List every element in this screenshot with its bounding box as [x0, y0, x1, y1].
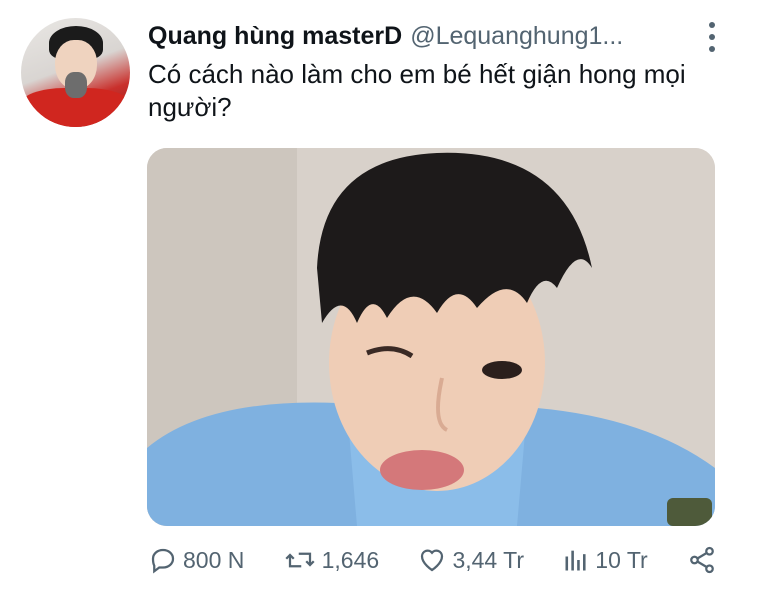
views-button[interactable]: 10 Tr [562, 545, 648, 575]
avatar[interactable] [21, 18, 130, 127]
reply-icon [148, 545, 178, 575]
display-name[interactable]: Quang hùng masterD [148, 22, 402, 51]
retweet-icon [283, 545, 317, 575]
tweet-header: Quang hùng masterD @Lequanghung1... [148, 22, 717, 51]
heart-icon [417, 545, 447, 575]
user-handle[interactable]: @Lequanghung1... [410, 22, 623, 51]
views-bar-chart-icon [562, 545, 590, 575]
reply-button[interactable]: 800 N [148, 545, 244, 575]
retweet-count: 1,646 [321, 546, 380, 573]
tweet-card: Quang hùng masterD @Lequanghung1... Có c… [0, 0, 757, 600]
like-count: 3,44 Tr [452, 546, 525, 573]
tweet-actions: 800 N 1,646 3,44 Tr 10 Tr [148, 540, 718, 580]
share-button[interactable] [686, 545, 718, 575]
views-count: 10 Tr [595, 546, 648, 573]
tweet-photo[interactable] [147, 148, 715, 526]
more-vertical-icon[interactable] [707, 22, 717, 52]
tweet-text: Có cách nào làm cho em bé hết giận hong … [148, 59, 686, 122]
retweet-button[interactable]: 1,646 [283, 545, 380, 575]
share-icon [686, 545, 718, 575]
reply-count: 800 N [183, 546, 245, 573]
like-button[interactable]: 3,44 Tr [417, 545, 524, 575]
